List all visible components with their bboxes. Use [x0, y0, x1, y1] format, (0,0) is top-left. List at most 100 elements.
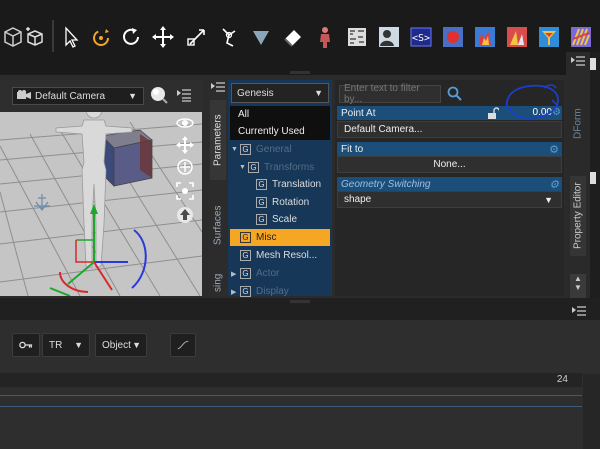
chevron-up-icon[interactable]: ▲ — [570, 274, 586, 283]
svg-text:<S>: <S> — [412, 33, 430, 44]
gear-icon[interactable]: ⚙ — [549, 178, 559, 191]
tree-item-label: Scale — [272, 214, 298, 225]
tree-item-label: Translation — [272, 179, 322, 190]
triangle-down-icon[interactable]: ▼ — [231, 146, 240, 153]
figure-icon[interactable] — [312, 24, 338, 50]
far-right-edge — [590, 52, 600, 302]
tab-surfaces[interactable]: Surfaces — [210, 190, 226, 260]
fit-to-value: None... — [433, 159, 466, 170]
tree-item-scale[interactable]: G Scale — [230, 211, 330, 228]
geometry-switching-select[interactable]: shape ▼ — [337, 191, 562, 208]
panel-grip[interactable] — [290, 300, 310, 303]
magnet-icon[interactable] — [536, 24, 562, 50]
tab-posing[interactable]: sing — [210, 270, 226, 296]
tab-parameters[interactable]: Parameters — [210, 100, 226, 180]
search-icon[interactable] — [447, 86, 463, 105]
triangle-down-icon[interactable]: ▼ — [239, 164, 248, 171]
chevron-down-icon: ▼ — [314, 88, 323, 98]
object-select-label: Object — [102, 339, 131, 351]
gear-icon[interactable]: ⚙ — [549, 143, 559, 156]
select-arrow-icon[interactable] — [58, 24, 84, 50]
chevron-down-icon: ▼ — [74, 340, 83, 350]
tree-item-mesh-resolution[interactable]: G Mesh Resol... — [230, 247, 330, 264]
tree-item-currently-used[interactable]: Currently Used — [230, 123, 330, 140]
filter-input[interactable]: Enter text to filter by... — [339, 83, 441, 105]
triangle-icon[interactable] — [248, 24, 274, 50]
panel-grip[interactable] — [290, 71, 310, 74]
rotate-tool-icon[interactable] — [88, 24, 114, 50]
tree-item-misc[interactable]: G Misc — [230, 229, 330, 246]
timeline-ruler[interactable]: 24 — [0, 373, 582, 387]
tree-item-rotation[interactable]: G Rotation — [230, 194, 330, 211]
draw-style-icon[interactable] — [150, 86, 168, 104]
gear-icon[interactable] — [590, 172, 596, 184]
home-view-icon[interactable] — [176, 206, 194, 224]
fit-to-button[interactable]: None... — [337, 156, 562, 173]
tree-item-general[interactable]: ▼ G General — [230, 141, 330, 158]
script-icon[interactable]: <S> — [408, 24, 434, 50]
triangle-right-icon[interactable]: ▶ — [231, 270, 240, 278]
tree-item-label: General — [256, 144, 292, 155]
tab-property-editor[interactable]: Property Editor — [570, 176, 586, 256]
lock-icon[interactable] — [487, 107, 500, 122]
parameter-tree: Genesis ▼ All Currently Used ▼ G General… — [228, 80, 332, 297]
translate-icon[interactable] — [150, 24, 176, 50]
tree-item-actor[interactable]: ▶ G Actor — [230, 265, 330, 282]
menu-icon[interactable] — [175, 86, 193, 104]
node-select-icon[interactable] — [184, 24, 210, 50]
chevron-down-icon: ▼ — [132, 340, 141, 350]
tr-select[interactable]: TR ▼ — [42, 333, 90, 357]
eraser-icon[interactable] — [280, 24, 306, 50]
menu-icon[interactable] — [571, 56, 585, 71]
render-icon[interactable] — [440, 24, 466, 50]
triangle-right-icon[interactable]: ▶ — [231, 288, 240, 296]
menu-icon[interactable] — [210, 80, 226, 96]
group-icon: G — [248, 162, 259, 173]
chevron-down-icon[interactable]: ▼ — [570, 283, 586, 292]
tree-item-label: Currently Used — [238, 126, 305, 137]
right-panel-strip: DForm Property Editor ▲ ▼ — [566, 52, 590, 302]
main-toolbar: <S> — [0, 0, 600, 75]
camera-select[interactable]: Default Camera ▼ — [12, 87, 144, 105]
cube-object — [101, 129, 153, 187]
orbit-icon[interactable] — [176, 114, 194, 132]
tree-item-transforms[interactable]: ▼ G Transforms — [230, 159, 330, 176]
end-frame-label: 24 — [556, 374, 568, 385]
chevron-down-icon: ▼ — [128, 91, 137, 101]
frame-icon[interactable] — [176, 182, 194, 200]
tree-item-all[interactable]: All — [230, 106, 330, 123]
key-icon-button[interactable] — [12, 333, 40, 357]
timeline-scrollbar[interactable] — [583, 374, 600, 449]
figure-select-label: Genesis — [237, 87, 274, 99]
side-tabs: Parameters Surfaces sing — [208, 80, 228, 296]
chevron-down-icon: ▼ — [544, 195, 553, 205]
figure-select[interactable]: Genesis ▼ — [231, 83, 329, 103]
zoom-icon[interactable] — [176, 158, 194, 176]
scroll-buttons[interactable]: ▲ ▼ — [570, 274, 586, 298]
morph-icon[interactable] — [568, 24, 594, 50]
joint-editor-icon[interactable] — [216, 24, 242, 50]
pan-icon[interactable] — [176, 136, 194, 154]
timeline-track[interactable] — [0, 395, 582, 396]
point-at-label: Point At — [341, 107, 376, 119]
viewport-scene[interactable] — [0, 101, 202, 296]
texture-icon[interactable] — [344, 24, 370, 50]
tree-item-label: Actor — [256, 268, 280, 279]
group-icon: G — [256, 179, 267, 190]
menu-icon[interactable] — [572, 306, 586, 321]
key-icon — [19, 341, 33, 349]
timeline-track[interactable] — [0, 406, 582, 407]
3d-viewport[interactable]: Default Camera ▼ — [0, 80, 202, 296]
tab-dform[interactable]: DForm — [570, 98, 586, 150]
group-icon: G — [240, 250, 251, 261]
curve-button[interactable] — [170, 333, 196, 357]
gear-icon[interactable] — [590, 58, 596, 70]
cube-icon[interactable] — [22, 24, 48, 50]
person-icon[interactable] — [376, 24, 402, 50]
universal-rotate-icon[interactable] — [118, 24, 144, 50]
panel-divider — [0, 298, 600, 320]
fire-icon[interactable] — [472, 24, 498, 50]
tree-item-translation[interactable]: G Translation — [230, 176, 330, 193]
object-select[interactable]: Object ▼ — [95, 333, 147, 357]
stage-icon[interactable] — [504, 24, 530, 50]
